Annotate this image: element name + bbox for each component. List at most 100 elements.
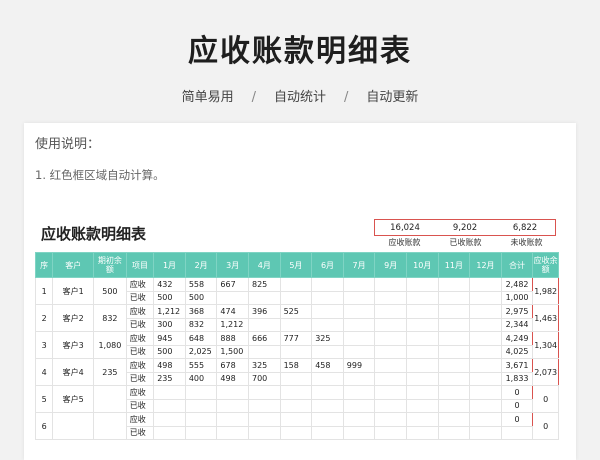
cell-opening-balance[interactable]: 235 bbox=[93, 358, 127, 386]
cell-month[interactable] bbox=[469, 304, 502, 319]
cell-customer[interactable]: 客户5 bbox=[52, 385, 95, 413]
cell-month[interactable] bbox=[437, 398, 471, 413]
cell-month[interactable] bbox=[469, 331, 502, 346]
cell-month[interactable] bbox=[311, 398, 344, 413]
column-header[interactable]: 客户 bbox=[52, 252, 95, 278]
cell-month[interactable] bbox=[342, 277, 376, 292]
cell-month[interactable]: 158 bbox=[279, 358, 313, 373]
cell-total[interactable]: 4,249 bbox=[500, 331, 534, 346]
cell-month[interactable] bbox=[374, 304, 407, 319]
cell-month[interactable]: 678 bbox=[216, 358, 249, 373]
cell-month[interactable] bbox=[311, 412, 344, 427]
cell-month[interactable] bbox=[405, 331, 439, 346]
column-header[interactable]: 6月 bbox=[311, 252, 344, 278]
cell-month[interactable]: 300 bbox=[153, 317, 186, 332]
cell-month[interactable] bbox=[469, 385, 502, 400]
cell-month[interactable] bbox=[216, 290, 249, 305]
cell-month[interactable] bbox=[342, 290, 376, 305]
cell-month[interactable] bbox=[279, 412, 313, 427]
cell-month[interactable]: 888 bbox=[216, 331, 249, 346]
cell-month[interactable] bbox=[469, 277, 502, 292]
cell-month[interactable] bbox=[248, 425, 281, 440]
cell-month[interactable] bbox=[153, 412, 186, 427]
summary-outstanding-value[interactable]: 6,822 bbox=[495, 223, 555, 233]
cell-month[interactable]: 666 bbox=[248, 331, 281, 346]
cell-month[interactable]: 825 bbox=[248, 277, 281, 292]
cell-month[interactable] bbox=[374, 425, 407, 440]
cell-month[interactable] bbox=[311, 344, 344, 359]
cell-month[interactable] bbox=[437, 412, 471, 427]
cell-month[interactable] bbox=[437, 385, 471, 400]
cell-month[interactable] bbox=[437, 290, 471, 305]
column-header[interactable]: 合计 bbox=[500, 252, 534, 278]
cell-month[interactable]: 1,212 bbox=[216, 317, 249, 332]
cell-month[interactable]: 777 bbox=[279, 331, 313, 346]
cell-month[interactable]: 999 bbox=[342, 358, 376, 373]
cell-total[interactable]: 2,975 bbox=[500, 304, 534, 319]
cell-month[interactable] bbox=[248, 398, 281, 413]
cell-month[interactable]: 2,025 bbox=[184, 344, 218, 359]
cell-month[interactable] bbox=[216, 425, 249, 440]
cell-month[interactable] bbox=[437, 317, 471, 332]
column-header[interactable]: 2月 bbox=[184, 252, 218, 278]
cell-customer[interactable]: 客户4 bbox=[52, 358, 95, 386]
cell-item[interactable]: 应收 bbox=[125, 277, 155, 292]
cell-month[interactable] bbox=[279, 317, 313, 332]
cell-month[interactable] bbox=[374, 385, 407, 400]
cell-opening-balance[interactable]: 1,080 bbox=[93, 331, 127, 359]
summary-receivable-value[interactable]: 16,024 bbox=[375, 223, 435, 233]
cell-month[interactable] bbox=[342, 331, 376, 346]
cell-month[interactable]: 400 bbox=[184, 371, 218, 386]
cell-month[interactable] bbox=[405, 371, 439, 386]
cell-balance[interactable]: 1,463 bbox=[532, 304, 559, 332]
cell-month[interactable]: 498 bbox=[216, 371, 249, 386]
cell-month[interactable]: 945 bbox=[153, 331, 186, 346]
cell-month[interactable] bbox=[311, 371, 344, 386]
column-header[interactable]: 9月 bbox=[374, 252, 407, 278]
cell-month[interactable]: 458 bbox=[311, 358, 344, 373]
summary-received-value[interactable]: 9,202 bbox=[435, 223, 495, 233]
column-header[interactable]: 项目 bbox=[125, 252, 155, 278]
cell-customer[interactable]: 客户1 bbox=[52, 277, 95, 305]
cell-month[interactable] bbox=[374, 290, 407, 305]
column-header[interactable]: 期初余额 bbox=[93, 252, 127, 278]
cell-item[interactable]: 已收 bbox=[125, 344, 155, 359]
column-header[interactable]: 10月 bbox=[405, 252, 439, 278]
cell-month[interactable] bbox=[279, 290, 313, 305]
cell-month[interactable] bbox=[469, 398, 502, 413]
cell-opening-balance[interactable]: 500 bbox=[93, 277, 127, 305]
cell-opening-balance[interactable] bbox=[93, 412, 127, 440]
cell-month[interactable] bbox=[216, 385, 249, 400]
cell-month[interactable] bbox=[405, 344, 439, 359]
cell-month[interactable]: 832 bbox=[184, 317, 218, 332]
column-header[interactable]: 序 bbox=[34, 252, 54, 278]
cell-month[interactable] bbox=[342, 317, 376, 332]
cell-month[interactable] bbox=[469, 371, 502, 386]
cell-month[interactable] bbox=[248, 412, 281, 427]
cell-total[interactable]: 0 bbox=[500, 412, 534, 427]
cell-total[interactable]: 1,833 bbox=[500, 371, 534, 386]
cell-month[interactable]: 1,500 bbox=[216, 344, 249, 359]
cell-month[interactable]: 555 bbox=[184, 358, 218, 373]
cell-month[interactable] bbox=[374, 371, 407, 386]
cell-month[interactable]: 500 bbox=[153, 344, 186, 359]
cell-month[interactable] bbox=[279, 425, 313, 440]
cell-seq[interactable]: 2 bbox=[34, 304, 54, 332]
cell-month[interactable] bbox=[153, 398, 186, 413]
cell-item[interactable]: 应收 bbox=[125, 304, 155, 319]
cell-month[interactable] bbox=[248, 290, 281, 305]
cell-month[interactable] bbox=[374, 358, 407, 373]
cell-month[interactable] bbox=[342, 371, 376, 386]
cell-month[interactable]: 648 bbox=[184, 331, 218, 346]
cell-balance[interactable]: 0 bbox=[532, 412, 559, 440]
cell-month[interactable] bbox=[279, 277, 313, 292]
cell-month[interactable]: 1,212 bbox=[153, 304, 186, 319]
cell-month[interactable]: 474 bbox=[216, 304, 249, 319]
cell-month[interactable] bbox=[405, 304, 439, 319]
cell-balance[interactable]: 1,982 bbox=[532, 277, 559, 305]
cell-month[interactable] bbox=[437, 371, 471, 386]
cell-month[interactable]: 525 bbox=[279, 304, 313, 319]
cell-month[interactable] bbox=[153, 385, 186, 400]
cell-month[interactable] bbox=[469, 425, 502, 440]
column-header[interactable]: 11月 bbox=[437, 252, 471, 278]
